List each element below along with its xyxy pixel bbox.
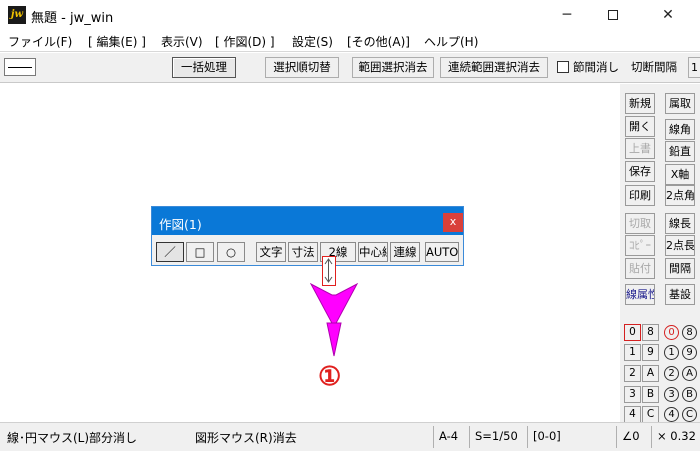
layer-2-label: 2	[664, 366, 679, 381]
close-button[interactable]: ✕	[636, 0, 700, 30]
line-angle-button[interactable]: 線角	[665, 119, 695, 140]
scale-indicator[interactable]: S=1/50	[469, 426, 526, 448]
layer-3-label: 3	[664, 387, 679, 402]
menu-bar: ファイル(F) [ 編集(E) ] 表示(V) [ 作図(D) ] 設定(S) …	[0, 30, 700, 52]
interval-button[interactable]: 間隔	[665, 258, 695, 279]
continuous-range-clear-button[interactable]: 連続範囲選択消去	[440, 57, 548, 78]
range-select-clear-button[interactable]: 範囲選択消去	[352, 57, 434, 78]
layer-group-b-button[interactable]: B	[642, 386, 659, 403]
layer-group-1-button[interactable]: 1	[624, 344, 641, 361]
layer-3-button[interactable]: 3	[663, 386, 680, 403]
base-setting-button[interactable]: 基設	[665, 284, 695, 305]
menu-help[interactable]: ヘルプ(H)	[424, 33, 478, 50]
menu-other[interactable]: [その他(A)]	[347, 33, 410, 50]
layer-1-button[interactable]: 1	[663, 344, 680, 361]
two-point-angle-button[interactable]: 2点角	[665, 185, 695, 206]
layer-4-button[interactable]: 4	[663, 406, 680, 423]
status-left-hint: 線･円マウス(L)部分消し	[7, 431, 138, 445]
zoom-factor[interactable]: × 0.32	[651, 426, 700, 448]
app-window: jw 無題 - jw_win ─ ✕ ファイル(F) [ 編集(E) ] 表示(…	[0, 0, 700, 451]
layer-8-label: 8	[682, 325, 697, 340]
layer-group-0-button[interactable]: 0	[624, 324, 641, 341]
down-arrow-annotation	[310, 283, 359, 357]
minimize-button[interactable]: ─	[544, 0, 590, 30]
layer-a-button[interactable]: A	[681, 365, 698, 382]
cut-interval-label: 切断間隔	[631, 60, 677, 74]
layer-b-label: B	[682, 387, 697, 402]
select-order-switch-button[interactable]: 選択順切替	[265, 57, 339, 78]
cut-interval-input[interactable]: 1	[688, 57, 700, 78]
status-bar: 線･円マウス(L)部分消し 図形マウス(R)消去 A-4 S=1/50 [0-0…	[0, 422, 700, 451]
layer-group-a-button[interactable]: A	[642, 365, 659, 382]
step-number-annotation: ①	[318, 362, 342, 392]
window-title: 無題 - jw_win	[31, 11, 114, 26]
attribute-get-button[interactable]: 属取	[665, 93, 695, 114]
layer-a-label: A	[682, 366, 697, 381]
draw-toolbar-close-button[interactable]: x	[443, 213, 463, 232]
layer-group-2-button[interactable]: 2	[624, 365, 641, 382]
right-tool-panel: 新規 開く 上書 保存 印刷 切取 ｺﾋﾟｰ 貼付 線属性 属取 線角 鉛直 X…	[620, 84, 700, 423]
menu-edit[interactable]: [ 編集(E) ]	[88, 33, 146, 50]
layer-c-label: C	[682, 407, 697, 422]
x-axis-button[interactable]: X軸	[665, 164, 695, 185]
circle-tool-button[interactable]: ○	[217, 242, 245, 262]
layer-9-button[interactable]: 9	[681, 344, 698, 361]
draw-toolbar-window: 作図(1) x ／ □ ○ 文字 寸法 2線 中心線 連線 AUTO	[151, 206, 464, 266]
layer-group-3-button[interactable]: 3	[624, 386, 641, 403]
auto-mode-button[interactable]: AUTO	[425, 242, 459, 262]
layer-group-4-button[interactable]: 4	[624, 406, 641, 423]
line-tool-button[interactable]: ／	[156, 242, 184, 262]
resize-handle-marker[interactable]	[322, 256, 336, 286]
layer-1-label: 1	[664, 345, 679, 360]
maximize-icon	[608, 10, 618, 20]
jw-app-icon: jw	[8, 6, 26, 24]
vertical-button[interactable]: 鉛直	[665, 141, 695, 162]
batch-process-button[interactable]: 一括処理	[172, 57, 236, 78]
layer-c-button[interactable]: C	[681, 406, 698, 423]
continuous-line-tool-button[interactable]: 連線	[390, 242, 420, 262]
layer-0-button[interactable]: 0	[663, 324, 680, 341]
center-line-tool-button[interactable]: 中心線	[358, 242, 388, 262]
line-attribute-button[interactable]: 線属性	[625, 284, 655, 305]
rectangle-tool-button[interactable]: □	[186, 242, 214, 262]
menu-view[interactable]: 表示(V)	[161, 33, 203, 50]
print-button[interactable]: 印刷	[625, 185, 655, 206]
vertical-resize-icon	[324, 258, 333, 283]
open-button[interactable]: 開く	[625, 116, 655, 137]
layer-group-9-button[interactable]: 9	[642, 344, 659, 361]
layer-b-button[interactable]: B	[681, 386, 698, 403]
maximize-button[interactable]	[590, 0, 636, 30]
line-style-selector[interactable]	[4, 58, 36, 76]
layer-2-button[interactable]: 2	[663, 365, 680, 382]
copy-button[interactable]: ｺﾋﾟｰ	[625, 235, 655, 256]
two-point-length-button[interactable]: 2点長	[665, 235, 695, 256]
node-clear-label: 節間消し	[573, 60, 619, 74]
toolbar: 一括処理 選択順切替 範囲選択消去 連続範囲選択消去 節間消し 切断間隔 1	[0, 53, 700, 83]
overwrite-button[interactable]: 上書	[625, 138, 655, 159]
new-button[interactable]: 新規	[625, 93, 655, 114]
angle-indicator[interactable]: ∠0	[616, 426, 650, 448]
menu-file[interactable]: ファイル(F)	[8, 33, 72, 50]
layer-indicator[interactable]: [0-0]	[527, 426, 584, 448]
draw-toolbar-title: 作図(1)	[159, 217, 202, 232]
layer-8-button[interactable]: 8	[681, 324, 698, 341]
dimension-tool-button[interactable]: 寸法	[288, 242, 318, 262]
draw-toolbar-titlebar[interactable]: 作図(1) x	[152, 207, 463, 235]
paper-size[interactable]: A-4	[433, 426, 468, 448]
title-bar[interactable]: jw 無題 - jw_win ─ ✕	[0, 0, 700, 30]
cut-button[interactable]: 切取	[625, 213, 655, 234]
layer-group-8-button[interactable]: 8	[642, 324, 659, 341]
layer-group-c-button[interactable]: C	[642, 406, 659, 423]
node-clear-checkbox[interactable]	[557, 61, 569, 73]
menu-settings[interactable]: 設定(S)	[292, 33, 333, 50]
layer-9-label: 9	[682, 345, 697, 360]
status-right-hint: 図形マウス(R)消去	[195, 431, 297, 445]
line-length-button[interactable]: 線長	[665, 213, 695, 234]
layer-0-label: 0	[664, 325, 679, 340]
menu-draw[interactable]: [ 作図(D) ]	[215, 33, 275, 50]
layer-4-label: 4	[664, 407, 679, 422]
paste-button[interactable]: 貼付	[625, 258, 655, 279]
text-tool-button[interactable]: 文字	[256, 242, 286, 262]
save-button[interactable]: 保存	[625, 161, 655, 182]
